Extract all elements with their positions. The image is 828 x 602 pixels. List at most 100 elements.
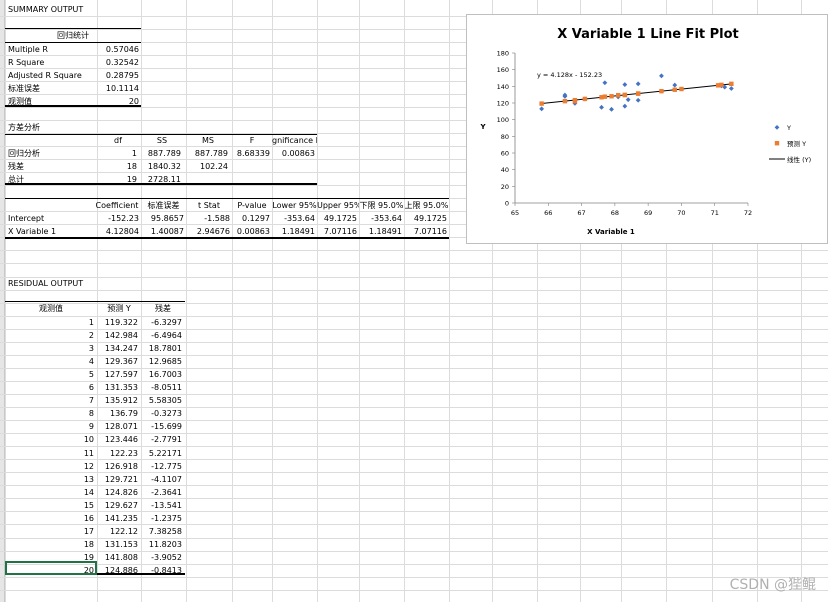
residual-predicted: 129.721 bbox=[104, 475, 138, 484]
chart-title: X Variable 1 Line Fit Plot bbox=[557, 27, 739, 42]
x-tick-label: 72 bbox=[744, 209, 752, 217]
coef-cell: -353.64 bbox=[371, 214, 402, 223]
residual-predicted: 119.322 bbox=[104, 318, 138, 327]
stat-value: 10.1114 bbox=[105, 84, 139, 93]
anova-header: F bbox=[249, 136, 255, 145]
legend-label-y: Y bbox=[786, 124, 791, 132]
anova-cell: 1840.32 bbox=[147, 162, 181, 171]
residual-value: -1.2375 bbox=[151, 514, 182, 523]
coef-header: Coefficient bbox=[95, 201, 139, 210]
anova-title: 方差分析 bbox=[8, 123, 40, 132]
residual-value: 12.9685 bbox=[148, 357, 182, 366]
residual-obs: 13 bbox=[83, 475, 94, 484]
anova-cell: 8.68339 bbox=[236, 149, 270, 158]
residual-value: 5.58305 bbox=[148, 396, 182, 405]
data-point-y bbox=[602, 80, 608, 86]
residual-value: -0.8413 bbox=[151, 566, 182, 575]
y-tick-label: 100 bbox=[497, 116, 509, 124]
data-point-predicted-y bbox=[602, 94, 608, 99]
residual-obs: 6 bbox=[88, 383, 94, 392]
residual-predicted: 141.235 bbox=[104, 514, 138, 523]
y-tick-label: 180 bbox=[497, 50, 509, 58]
data-point-predicted-y bbox=[572, 97, 578, 103]
stat-value: 0.28795 bbox=[105, 71, 139, 80]
legend-marker-y bbox=[774, 125, 780, 130]
stat-label: 标准误差 bbox=[8, 84, 40, 93]
residual-value: -4.1107 bbox=[151, 475, 182, 484]
coef-header: 标准误差 bbox=[147, 201, 180, 210]
residual-value: -12.775 bbox=[151, 462, 182, 471]
x-tick-label: 66 bbox=[544, 209, 552, 217]
data-point-predicted-y bbox=[539, 101, 544, 106]
data-point-y bbox=[625, 97, 631, 103]
coef-cell: -353.64 bbox=[284, 214, 315, 223]
residual-obs: 14 bbox=[83, 488, 94, 497]
stat-label: Multiple R bbox=[8, 45, 48, 54]
stat-label: Adjusted R Square bbox=[8, 71, 82, 80]
row-gridline bbox=[0, 290, 828, 291]
residual-value: -15.699 bbox=[151, 422, 182, 431]
residual-value: 5.22171 bbox=[148, 449, 182, 458]
residual-value: -2.7791 bbox=[151, 435, 182, 444]
residual-obs: 5 bbox=[88, 370, 94, 379]
residual-value: 7.38258 bbox=[148, 527, 182, 536]
data-point-y bbox=[728, 86, 734, 91]
chart-svg: X Variable 1 Line Fit Plot X Variable 1 … bbox=[479, 27, 811, 236]
regression-stats-header: 回归统计 bbox=[57, 31, 89, 40]
selected-cell[interactable] bbox=[5, 561, 97, 575]
y-tick-label: 20 bbox=[501, 183, 509, 191]
data-point-predicted-y bbox=[659, 88, 664, 94]
residual-header: 残差 bbox=[155, 304, 171, 313]
anova-header: df bbox=[114, 136, 122, 145]
data-point-y bbox=[599, 104, 604, 110]
chart-legend: Y 预测 Y 线性 (Y) bbox=[769, 124, 811, 164]
residual-value: 16.7003 bbox=[148, 370, 182, 379]
residual-value: -8.0511 bbox=[151, 383, 182, 392]
row-gridline bbox=[0, 250, 828, 251]
coef-cell: -152.23 bbox=[108, 214, 139, 223]
residual-predicted: 142.984 bbox=[104, 331, 138, 340]
x-axis-label: X Variable 1 bbox=[587, 228, 635, 236]
table-border bbox=[5, 105, 141, 107]
residual-obs: 9 bbox=[88, 422, 94, 431]
residual-predicted: 141.808 bbox=[104, 553, 138, 562]
anova-header: gnificance F bbox=[272, 136, 317, 145]
residual-obs: 10 bbox=[83, 435, 94, 444]
anova-cell: 0.00863 bbox=[281, 149, 315, 158]
line-fit-chart[interactable]: X Variable 1 Line Fit Plot X Variable 1 … bbox=[466, 14, 828, 244]
residual-predicted: 126.918 bbox=[104, 462, 138, 471]
anova-row-label: 回归分析 bbox=[8, 149, 40, 158]
residual-value: -2.3641 bbox=[151, 488, 182, 497]
residual-obs: 1 bbox=[88, 318, 94, 327]
residual-value: -13.541 bbox=[151, 501, 182, 510]
table-border bbox=[5, 183, 317, 185]
spreadsheet-grid[interactable]: SUMMARY OUTPUT 回归统计 Multiple R 0.57046 R S… bbox=[0, 0, 828, 602]
anova-cell: 1 bbox=[131, 149, 137, 158]
residual-header: 预测 Y bbox=[107, 304, 131, 313]
anova-cell: 887.789 bbox=[147, 149, 181, 158]
residual-obs: 7 bbox=[88, 396, 94, 405]
row-gridline bbox=[0, 577, 828, 578]
y-tick-label: 80 bbox=[501, 133, 509, 141]
legend-label-predicted: 预测 Y bbox=[787, 139, 806, 148]
stat-label: R Square bbox=[8, 58, 45, 67]
residual-predicted: 131.153 bbox=[104, 540, 138, 549]
row-gridline bbox=[0, 277, 828, 278]
data-point-predicted-y bbox=[719, 82, 724, 88]
data-point-y bbox=[539, 106, 545, 112]
residual-obs: 2 bbox=[88, 331, 94, 340]
data-point-predicted-y bbox=[622, 92, 628, 98]
row-gridline bbox=[0, 590, 828, 591]
y-tick-label: 40 bbox=[501, 166, 509, 174]
stat-value: 0.32542 bbox=[105, 58, 139, 67]
coef-header: 上限 95.0% bbox=[404, 201, 449, 210]
residual-obs: 3 bbox=[88, 344, 94, 353]
residual-predicted: 124.826 bbox=[104, 488, 138, 497]
residual-predicted: 128.071 bbox=[104, 422, 138, 431]
coef-cell: 0.1297 bbox=[242, 214, 270, 223]
residual-predicted: 134.247 bbox=[104, 344, 138, 353]
x-tick-label: 65 bbox=[511, 209, 519, 217]
anova-cell bbox=[232, 160, 270, 173]
residual-predicted: 122.23 bbox=[110, 449, 138, 458]
data-point-predicted-y bbox=[679, 86, 684, 92]
